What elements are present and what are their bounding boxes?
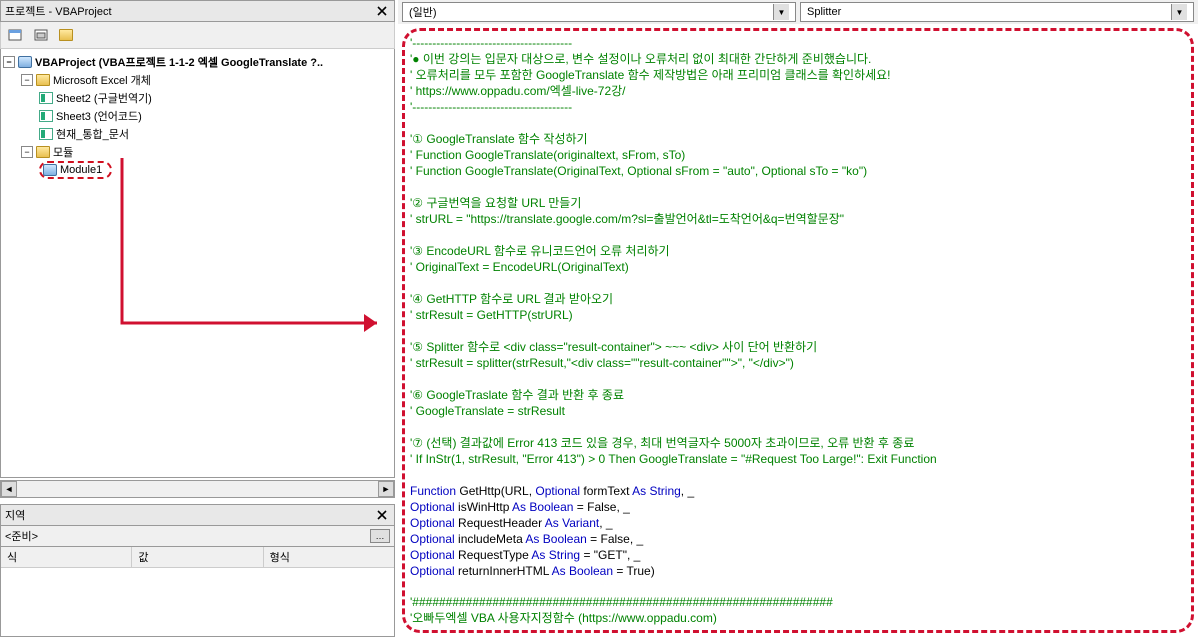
locals-ready-label: <준비>	[5, 528, 38, 544]
folder-icon	[36, 146, 50, 158]
close-icon[interactable]	[374, 508, 390, 522]
sheet2-item[interactable]: Sheet2 (구글번역기)	[3, 89, 392, 107]
view-object-button[interactable]	[30, 25, 52, 45]
collapse-icon[interactable]: −	[21, 146, 33, 158]
locals-title-label: 지역	[5, 507, 25, 523]
code-combos: (일반) ▼ Splitter ▼	[398, 0, 1198, 24]
scroll-track[interactable]	[17, 481, 378, 497]
procedure-combo-value: Splitter	[807, 6, 841, 18]
close-icon[interactable]	[374, 4, 390, 18]
code-editor[interactable]: '---------------------------------------…	[410, 36, 1186, 625]
sheet3-item[interactable]: Sheet3 (언어코드)	[3, 107, 392, 125]
project-toolbar	[0, 22, 395, 49]
thisworkbook-label: 현재_통합_문서	[56, 126, 129, 142]
collapse-icon[interactable]: −	[3, 56, 15, 68]
locals-col-val[interactable]: 값	[132, 547, 263, 567]
sheet-icon	[39, 110, 53, 122]
excel-objects-label: Microsoft Excel 개체	[53, 72, 151, 88]
project-root[interactable]: − VBAProject (VBA프로젝트 1-1-2 엑셀 GoogleTra…	[3, 53, 392, 71]
modules-folder[interactable]: − 모듈	[3, 143, 392, 161]
collapse-icon[interactable]: −	[21, 74, 33, 86]
locals-title: 지역	[0, 504, 395, 526]
chevron-down-icon[interactable]: ▼	[773, 4, 789, 20]
excel-objects-folder[interactable]: − Microsoft Excel 개체	[3, 71, 392, 89]
module-icon	[43, 164, 57, 176]
locals-col-expr[interactable]: 식	[1, 547, 132, 567]
project-tree[interactable]: − VBAProject (VBA프로젝트 1-1-2 엑셀 GoogleTra…	[0, 49, 395, 478]
project-explorer-label: 프로젝트 - VBAProject	[5, 3, 112, 19]
sheet2-label: Sheet2 (구글번역기)	[56, 90, 152, 106]
module1-label: Module1	[60, 164, 102, 176]
scroll-left-icon[interactable]: ◄	[1, 481, 17, 497]
sheet3-label: Sheet3 (언어코드)	[56, 108, 142, 124]
workbook-icon	[39, 128, 53, 140]
project-root-label: VBAProject (VBA프로젝트 1-1-2 엑셀 GoogleTrans…	[35, 54, 323, 70]
modules-label: 모듈	[53, 144, 73, 160]
locals-ellipsis-button[interactable]: …	[370, 529, 390, 543]
sheet-icon	[39, 92, 53, 104]
object-combo-value: (일반)	[409, 4, 437, 20]
procedure-combo[interactable]: Splitter ▼	[800, 2, 1194, 22]
toggle-folders-button[interactable]	[56, 25, 78, 45]
horizontal-scrollbar[interactable]: ◄ ►	[0, 480, 395, 498]
chevron-down-icon[interactable]: ▼	[1171, 4, 1187, 20]
scroll-right-icon[interactable]: ►	[378, 481, 394, 497]
object-combo[interactable]: (일반) ▼	[402, 2, 796, 22]
locals-header-row: 식 값 형식	[1, 547, 394, 568]
locals-grid[interactable]: 식 값 형식	[0, 547, 395, 637]
locals-col-type[interactable]: 형식	[264, 547, 394, 567]
project-explorer-title: 프로젝트 - VBAProject	[0, 0, 395, 22]
thisworkbook-item[interactable]: 현재_통합_문서	[3, 125, 392, 143]
view-code-button[interactable]	[4, 25, 26, 45]
locals-status-bar: <준비> …	[0, 526, 395, 547]
project-icon	[18, 56, 32, 68]
module1-item[interactable]: Module1	[39, 161, 112, 179]
folder-icon	[36, 74, 50, 86]
